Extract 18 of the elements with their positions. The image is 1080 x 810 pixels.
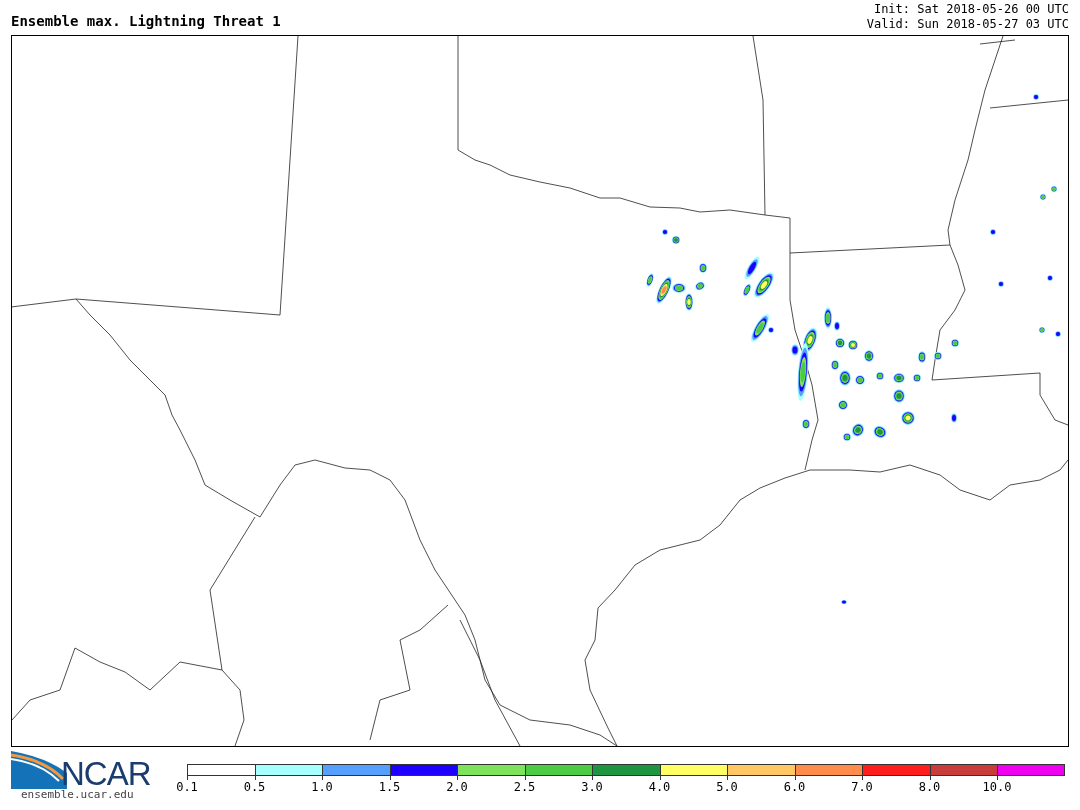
chart-title: Ensemble max. Lightning Threat 1 bbox=[11, 13, 281, 31]
colorbar-label: 0.1 bbox=[176, 780, 198, 794]
valid-time: Valid: Sun 2018-05-27 03 UTC bbox=[866, 17, 1069, 32]
colorbar-label: 2.5 bbox=[513, 780, 536, 794]
init-time: Init: Sat 2018-05-26 00 UTC bbox=[873, 2, 1069, 17]
colorbar-label: 3.0 bbox=[581, 780, 603, 794]
colorbar-label: 5.0 bbox=[716, 780, 738, 794]
colorbar-label: 10.0 bbox=[982, 780, 1012, 794]
colorbar-label: 4.0 bbox=[648, 780, 671, 794]
colorbar-label: 1.0 bbox=[311, 780, 333, 794]
website-url: ensemble.ucar.edu bbox=[21, 789, 135, 801]
colorbar-label: 0.5 bbox=[243, 780, 266, 794]
colorbar-label: 2.0 bbox=[446, 780, 468, 794]
colorbar-label: 6.0 bbox=[783, 780, 806, 794]
colorbar-label: 7.0 bbox=[851, 780, 873, 794]
colorbar-label: 8.0 bbox=[918, 780, 941, 794]
logo-wordmark: NCAR bbox=[61, 759, 151, 789]
colorbar-label: 1.5 bbox=[378, 780, 401, 794]
